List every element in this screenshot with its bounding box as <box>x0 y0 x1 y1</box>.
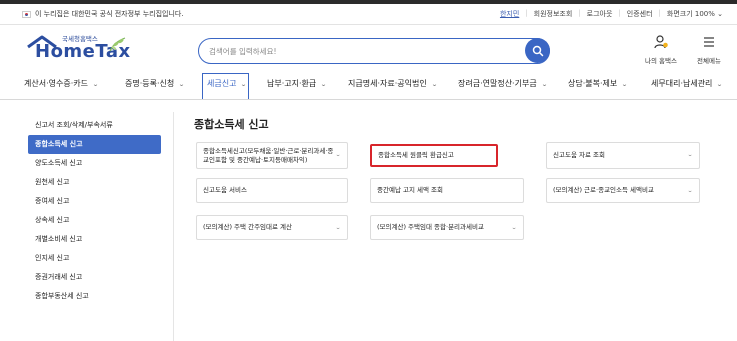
chevron-down-icon: ⌄ <box>430 81 438 88</box>
card-label: 중간예납 고지 세액 조회 <box>377 186 443 195</box>
sidebar-item-property-tax[interactable]: 종합부동산세 신고 <box>28 287 161 306</box>
menu-card-simulation-rental-income[interactable]: (모의계산) 주택임대 종합·분리과세비교 ⌄ <box>370 215 524 240</box>
card-label: (모의계산) 주택 간주임대료 계산 <box>203 223 293 232</box>
search-bar[interactable]: 검색어를 입력하세요! <box>198 38 550 64</box>
gov-notice-text: 이 누리집은 대한민국 공식 전자정부 누리집입니다. <box>35 10 184 18</box>
nav-certificates[interactable]: 증명·등록·신청 ⌄ <box>125 78 186 89</box>
chevron-down-icon: ⌄ <box>716 81 724 88</box>
user-icon <box>654 35 668 49</box>
search-icon <box>532 45 543 56</box>
hamburger-menu-icon <box>704 37 714 47</box>
divider: | <box>618 9 621 17</box>
main-navigation: 계산서·영수증·카드 ⌄ 증명·등록·신청 ⌄ 세금신고 ⌄ 납부·고지·환급 ⌄ 지급… <box>0 74 737 96</box>
gov-notice: 이 누리집은 대한민국 공식 전자정부 누리집입니다. <box>22 9 184 19</box>
chevron-down-icon: ⌄ <box>621 81 629 88</box>
logout-link[interactable]: 로그아웃 <box>587 9 613 19</box>
nav-tax-agent[interactable]: 세무대리·납세관리 ⌄ <box>651 78 724 89</box>
nav-consult[interactable]: 상담·불복·제보 ⌄ <box>568 78 629 89</box>
all-menu-button[interactable]: 전체메뉴 <box>687 34 731 65</box>
sidebar-item-stamp-tax[interactable]: 인지세 신고 <box>28 249 161 268</box>
divider: | <box>525 9 528 17</box>
nav-incentives[interactable]: 장려금·연말정산·기부금 ⌄ <box>458 78 547 89</box>
sidebar-item-income-tax[interactable]: 종합소득세 신고 <box>28 135 161 154</box>
nav-statements[interactable]: 지급명세·자료·공익법인 ⌄ <box>348 78 437 89</box>
card-label: 종합소득세신고(모두채움·일반·근로·분리과세·종교인포함 및 중간예납·토지등… <box>203 146 334 164</box>
korean-flag-icon <box>22 10 31 18</box>
user-name-link[interactable]: 한지민 <box>500 9 519 19</box>
menu-card-help-data[interactable]: 신고도움 자료 조회 ⌄ <box>546 142 700 169</box>
sidebar-item-inheritance-tax[interactable]: 상속세 신고 <box>28 211 161 230</box>
sidebar-divider <box>173 112 174 341</box>
card-label: 신고도움 서비스 <box>203 186 247 195</box>
sidebar-item-transfer-tax[interactable]: 양도소득세 신고 <box>28 154 161 173</box>
sidebar-item-withholding[interactable]: 원천세 신고 <box>28 173 161 192</box>
menu-card-help-service[interactable]: 신고도움 서비스 <box>196 178 348 203</box>
chevron-down-icon: ⌄ <box>686 188 693 194</box>
page-title: 종합소득세 신고 <box>194 118 269 131</box>
search-input[interactable]: 검색어를 입력하세요! <box>209 46 277 57</box>
card-label: 종합소득세 원클릭 환급신고 <box>378 151 454 160</box>
nav-active-indicator <box>202 73 249 99</box>
nav-receipts[interactable]: 계산서·영수증·카드 ⌄ <box>24 78 99 89</box>
card-label: (모의계산) 근로·종교인소득 세액비교 <box>553 186 654 195</box>
chevron-down-icon: ⌄ <box>334 152 341 158</box>
my-hometax-button[interactable]: 나의 홈택스 <box>639 34 683 65</box>
all-menu-label: 전체메뉴 <box>697 57 721 65</box>
leaf-icon <box>109 37 126 52</box>
auth-center-link[interactable]: 인증센터 <box>627 9 653 19</box>
sidebar-item-gift-tax[interactable]: 증여세 신고 <box>28 192 161 211</box>
chevron-down-icon: ⌄ <box>540 81 548 88</box>
divider: | <box>578 9 581 17</box>
sidebar-item-securities-tax[interactable]: 증권거래세 신고 <box>28 268 161 287</box>
utility-bar: 이 누리집은 대한민국 공식 전자정부 누리집입니다. 한지민 | 회원정보조회… <box>0 4 737 25</box>
sidebar-item-inquiry[interactable]: 신고서 조회/삭제/부속서류 <box>28 116 161 135</box>
chevron-down-icon: ⌄ <box>320 81 328 88</box>
hometax-logo[interactable]: 국세청홈택스 HomeTax <box>27 33 137 65</box>
card-label: 신고도움 자료 조회 <box>553 151 605 160</box>
chevron-down-icon: ⌄ <box>92 81 99 88</box>
nav-payment[interactable]: 납부·고지·환급 ⌄ <box>267 78 328 89</box>
menu-card-interim-tax[interactable]: 중간예납 고지 세액 조회 <box>370 178 524 203</box>
card-label: (모의계산) 주택임대 종합·분리과세비교 <box>377 223 484 232</box>
member-info-link[interactable]: 회원정보조회 <box>534 9 573 19</box>
zoom-label: 화면크기 100% <box>666 10 715 18</box>
sidebar-item-consumption-tax[interactable]: 개별소비세 신고 <box>28 230 161 249</box>
menu-card-simulation-earned-income[interactable]: (모의계산) 근로·종교인소득 세액비교 ⌄ <box>546 178 700 203</box>
chevron-down-icon: ⌄ <box>717 10 723 18</box>
divider: | <box>658 9 661 17</box>
my-hometax-label: 나의 홈택스 <box>645 57 677 65</box>
search-button[interactable] <box>525 38 550 63</box>
menu-card-simulation-deemed-rent[interactable]: (모의계산) 주택 간주임대료 계산 ⌄ <box>196 215 348 240</box>
chevron-down-icon: ⌄ <box>334 225 341 231</box>
chevron-down-icon: ⌄ <box>510 225 517 231</box>
zoom-control[interactable]: 화면크기 100% ⌄ <box>667 9 723 19</box>
sidebar: 신고서 조회/삭제/부속서류 종합소득세 신고 양도소득세 신고 원천세 신고 … <box>28 116 161 306</box>
utility-links: 한지민 | 회원정보조회 | 로그아웃 | 인증센터 | 화면크기 100% ⌄ <box>500 9 723 19</box>
menu-card-one-click-refund[interactable]: 종합소득세 원클릭 환급신고 <box>370 144 498 167</box>
chevron-down-icon: ⌄ <box>686 152 693 158</box>
nav-divider <box>0 99 737 100</box>
menu-card-income-tax-filing[interactable]: 종합소득세신고(모두채움·일반·근로·분리과세·종교인포함 및 중간예납·토지등… <box>196 142 348 169</box>
chevron-down-icon: ⌄ <box>178 81 186 88</box>
